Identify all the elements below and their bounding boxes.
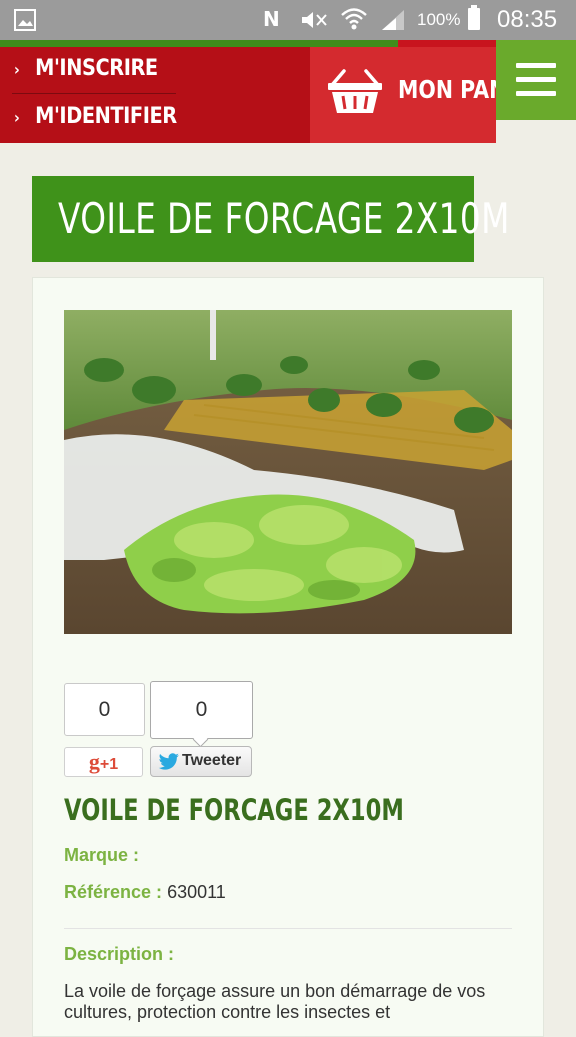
clock: 08:35: [497, 6, 558, 33]
signup-label: M'INSCRIRE: [35, 56, 158, 81]
site-header: › M'INSCRIRE › M'IDENTIFIER MON PANIER: [0, 40, 576, 143]
section-divider: [64, 928, 512, 929]
menu-bar: [516, 91, 556, 96]
login-label: M'IDENTIFIER: [35, 104, 177, 129]
cart-label: MON PANIER: [398, 75, 496, 104]
reference-value: 630011: [167, 882, 226, 902]
description-label: Description :: [64, 944, 175, 964]
product-name: VOILE DE FORCAGE 2X10M: [64, 793, 404, 827]
reference-label: Référence :: [64, 882, 163, 902]
reference-row: Référence : 630011: [64, 882, 226, 903]
hamburger-menu-button[interactable]: [496, 40, 576, 120]
status-bar: N 100% 08:35: [0, 0, 576, 40]
wifi-icon: [341, 8, 367, 30]
brand-row: Marque :: [64, 845, 139, 866]
page-title: VOILE DE FORCAGE 2X10M: [58, 194, 510, 243]
battery-icon: [468, 5, 480, 30]
menu-bar: [516, 77, 556, 82]
gplus-label: +1: [99, 756, 119, 773]
signup-link[interactable]: › M'INSCRIRE: [14, 47, 164, 91]
chevron-right-icon: ›: [14, 108, 20, 127]
account-divider: [12, 93, 176, 94]
page-title-banner: VOILE DE FORCAGE 2X10M: [32, 176, 509, 262]
login-link[interactable]: › M'IDENTIFIER: [14, 95, 177, 139]
menu-bar: [516, 63, 556, 68]
account-panel: › M'INSCRIRE › M'IDENTIFIER: [0, 47, 310, 143]
gplus-count: 0: [64, 683, 145, 736]
brand-label: Marque :: [64, 845, 140, 865]
mute-icon: [302, 12, 327, 28]
tweet-button[interactable]: Tweeter: [150, 746, 252, 777]
description-text: La voile de forçage assure un bon démarr…: [64, 981, 486, 1022]
basket-icon: [328, 69, 382, 113]
tweet-count: 0: [150, 681, 253, 739]
nfc-icon: N: [263, 7, 280, 31]
cart-button[interactable]: MON PANIER: [310, 47, 496, 143]
product-image[interactable]: [64, 310, 512, 634]
google-plus-icon: g: [88, 749, 100, 774]
tweet-label: Tweeter: [182, 752, 242, 769]
battery-percent: 100%: [417, 10, 461, 29]
signal-icon: [382, 10, 404, 30]
chevron-right-icon: ›: [14, 60, 20, 79]
google-plus-button[interactable]: g+1: [64, 747, 143, 777]
header-accent-green: [0, 40, 398, 47]
gallery-icon: [14, 9, 36, 31]
twitter-bird-icon: [158, 753, 179, 770]
